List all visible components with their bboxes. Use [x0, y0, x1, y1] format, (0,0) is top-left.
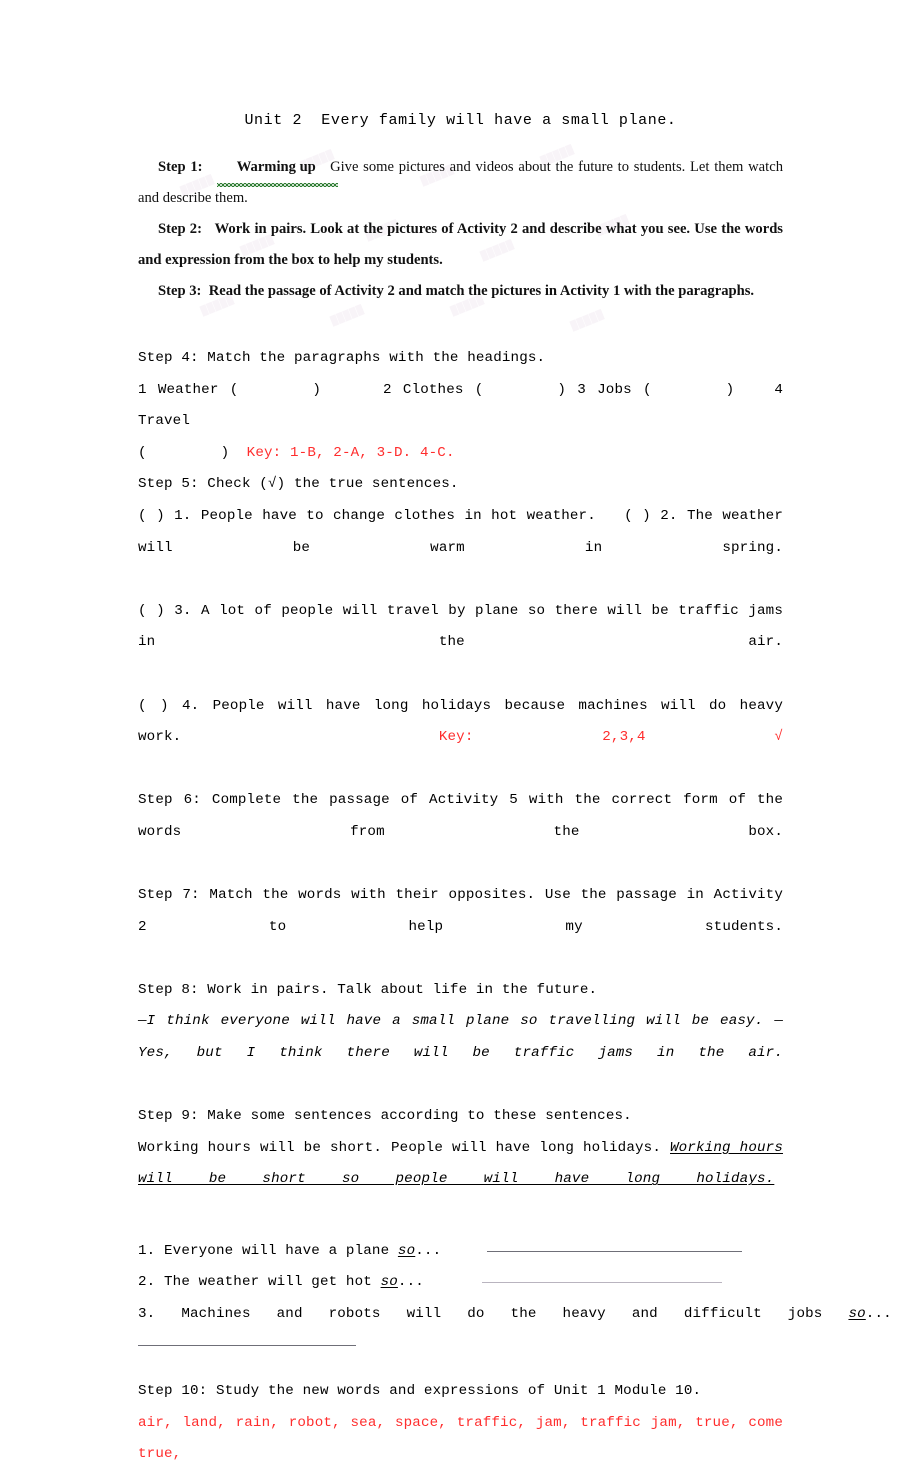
step-9-item-3-tail: ...: [865, 1305, 892, 1322]
step-2-paragraph: Step 2: Work in pairs. Look at the pictu…: [138, 214, 783, 276]
step-5-sentence-1: ( ) 1. People have to change clothes in …: [138, 507, 596, 524]
step-3-label: Step 3:: [158, 283, 202, 299]
step-8-dialogue: —I think everyone will have a small plan…: [138, 1013, 783, 1062]
step-3-paragraph: Step 3: Read the passage of Activity 2 a…: [138, 276, 783, 307]
page-title: Unit 2 Every family will have a small pl…: [244, 112, 677, 129]
step-9-item-1-so: so: [397, 1242, 416, 1259]
step-4-item-1-label: 1 Weather (: [138, 381, 239, 398]
step-9-item-2-so: so: [380, 1274, 398, 1291]
step-9-item-1-text: 1. Everyone will have a plane: [138, 1242, 398, 1259]
step-9-item-3-text: 3. Machines and robots will do the heavy…: [138, 1305, 849, 1322]
step-4-item-4-close: ): [220, 444, 230, 461]
step-4-item-3-label: ) 3 Jobs (: [557, 381, 652, 398]
step-1-label: Step 1:: [158, 159, 203, 175]
step-2-text: Work in pairs. Look at the pictures of A…: [138, 221, 783, 268]
step-9-item-2: 2. The weather will get hot so...: [138, 1267, 783, 1299]
step-5-key-value: 2,3,4 √: [602, 729, 784, 746]
step-9-heading: Step 9: Make some sentences according to…: [138, 1108, 632, 1125]
step-9-item-2-blank[interactable]: [481, 1281, 722, 1284]
step-9-item-2-tail: ...: [397, 1274, 424, 1291]
step-10-word-list: air, land, rain, robot, sea, space, traf…: [138, 1414, 783, 1463]
step-9-item-1: 1. Everyone will have a plane so...: [138, 1236, 783, 1268]
step-4-items-line: 1 Weather () 2 Clothes () 3 Jobs () 4 Trav…: [138, 375, 783, 438]
step-9-item-3-blank-line: [138, 1330, 783, 1362]
step-9-item-2-text: 2. The weather will get hot: [138, 1274, 381, 1291]
step-4-item-4-open: (: [138, 444, 147, 461]
step-9-item-3-so: so: [848, 1305, 866, 1322]
step-5-sentence-1-2: ( ) 1. People have to change clothes in …: [138, 501, 783, 596]
document-page: █████ █████ █████ █████ █████ █████ ████…: [0, 0, 920, 1462]
step-5-sentence-3: ( ) 3. A lot of people will travel by pl…: [138, 602, 783, 651]
step-9-item-3: 3. Machines and robots will do the heavy…: [138, 1299, 892, 1331]
step-8-heading: Step 8: Work in pairs. Talk about life i…: [138, 981, 598, 998]
step-6-heading: Step 6: Complete the passage of Activity…: [138, 792, 783, 840]
step-5-sentence-4-line: ( ) 4. People will have long holidays be…: [138, 691, 783, 786]
step-7-heading: Step 7: Match the words with their oppos…: [138, 887, 783, 935]
step-3-text: Read the passage of Activity 2 and match…: [208, 283, 755, 299]
step-4-item-1-close: ): [312, 381, 322, 398]
step-9-item-3-blank[interactable]: [138, 1344, 356, 1347]
step-4-answer-key: Key: 1-B, 2-A, 3-D. 4-C.: [246, 444, 455, 461]
step-4-heading: Step 4: Match the paragraphs with the he…: [138, 350, 546, 366]
step-4-item-2-label: 2 Clothes (: [383, 381, 484, 398]
step-10-heading: Step 10: Study the new words and express…: [138, 1383, 702, 1399]
step-9-item-1-tail: ...: [415, 1242, 442, 1259]
step-1-paragraph: Step 1: Warming up Give some pictures an…: [138, 152, 783, 214]
step-2-label: Step 2:: [158, 221, 202, 237]
steps-1-3-block: Step 1: Warming up Give some pictures an…: [138, 152, 783, 307]
document-content: Unit 2 Every family will have a small pl…: [138, 0, 892, 1471]
step-9-item-1-blank[interactable]: [487, 1250, 743, 1252]
step-1-topic: Warming up: [216, 152, 338, 187]
step-4-item-3-close: ): [725, 381, 735, 398]
step-5-heading: Step 5: Check (√) the true sentences.: [138, 476, 459, 493]
step-4-key-line: () Key: 1-B, 2-A, 3-D. 4-C.: [138, 438, 783, 470]
step-9-example-prompt: Working hours will be short. People will…: [138, 1139, 661, 1156]
step-9-example: Working hours will be short. People will…: [138, 1133, 783, 1228]
step-5-key-label: Key:: [438, 729, 474, 746]
